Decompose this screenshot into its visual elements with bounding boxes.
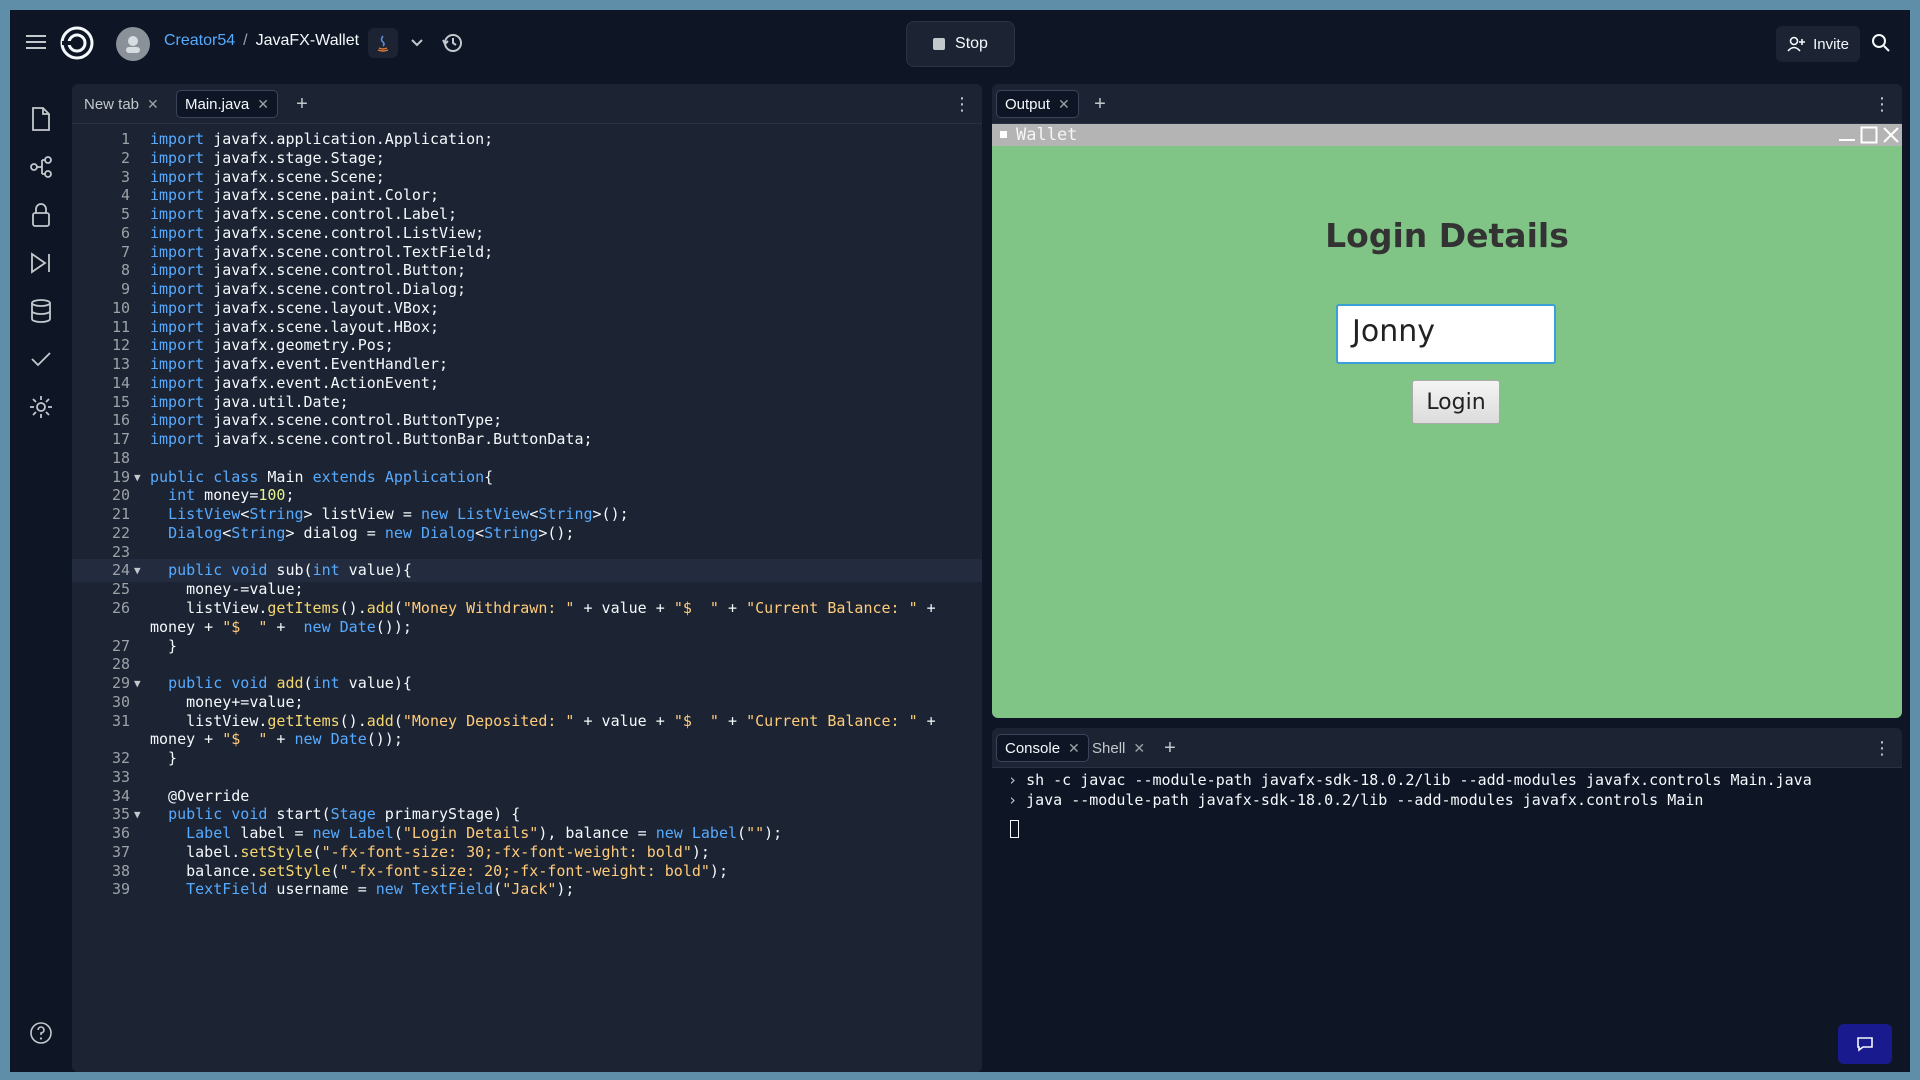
stop-label: Stop [955,35,988,52]
maximize-icon[interactable] [1860,126,1878,144]
settings-icon[interactable] [26,392,56,422]
more-options-icon[interactable]: ⋮ [952,94,972,114]
window-title: Wallet [1016,125,1078,145]
tab-label: Main.java [185,95,250,113]
wallet-window: Wallet Login Details Jonny Login [992,124,1902,718]
check-icon[interactable] [26,344,56,374]
git-icon[interactable] [26,152,56,182]
console-output[interactable]: › sh -c javac --module-path javafx-sdk-1… [992,768,1902,1072]
tab-main-java[interactable]: Main.java ✕ [176,90,278,118]
java-language-icon[interactable] [368,28,398,58]
avatar[interactable] [116,27,150,61]
tab-console[interactable]: Console ✕ [996,734,1089,762]
top-bar: Creator54 / JavaFX-Wallet Stop Invite [10,10,1910,76]
stop-icon [933,38,946,50]
add-tab-icon[interactable]: + [1088,92,1112,116]
tool-rail [10,76,72,1072]
database-icon[interactable] [26,296,56,326]
tab-new-tab[interactable]: New tab ✕ [76,90,167,118]
history-icon[interactable] [438,28,468,58]
add-tab-icon[interactable]: + [1158,736,1182,760]
code-editor[interactable]: 1 import javafx.application.Application; 2… [72,128,982,1072]
editor-pane: New tab ✕ Main.java ✕ + ⋮ 1 import javafx… [72,84,982,1072]
console-command: sh -c javac --module-path javafx-sdk-18.… [1026,771,1812,789]
close-icon[interactable]: ✕ [147,96,159,113]
chevron-down-icon[interactable] [405,32,429,54]
code-text: TextField username = new TextField("Jack… [186,880,575,899]
repl-name[interactable]: JavaFX-Wallet [256,32,359,50]
close-icon[interactable] [1882,126,1900,144]
editor-tab-bar: New tab ✕ Main.java ✕ + ⋮ [72,84,982,124]
tab-label: Output [1005,95,1051,113]
close-icon[interactable]: ✕ [1133,740,1145,757]
more-options-icon[interactable]: ⋮ [1872,94,1892,114]
line-number: 39 [111,880,130,899]
console-line: › sh -c javac --module-path javafx-sdk-1… [1008,770,1812,790]
add-tab-icon[interactable]: + [290,92,314,116]
hamburger-menu-icon[interactable] [22,30,50,54]
console-pane: Console ✕ Shell ✕ + ⋮ › sh -c javac --mo… [992,728,1902,1072]
terminal-cursor [1010,820,1019,838]
code-line[interactable]: 39 TextField username = new TextField("J… [72,878,982,901]
invite-label: Invite [1813,35,1849,53]
replit-logo-icon[interactable] [58,24,96,62]
prompt-icon: › [1008,771,1027,789]
lock-icon[interactable] [26,200,56,230]
prompt-icon: › [1008,791,1027,809]
search-icon[interactable] [1866,28,1896,58]
close-icon[interactable]: ✕ [1058,96,1070,113]
username-field[interactable]: Jonny [1336,304,1556,364]
login-heading: Login Details [1325,216,1569,255]
add-user-icon [1787,36,1806,52]
login-button[interactable]: Login [1412,380,1500,424]
close-icon[interactable]: ✕ [1068,740,1080,757]
window-menu-icon[interactable] [1000,131,1007,138]
more-options-icon[interactable]: ⋮ [1872,738,1892,758]
stop-button[interactable]: Stop [906,21,1015,67]
console-tab-bar: Console ✕ Shell ✕ + ⋮ [992,728,1902,768]
invite-button[interactable]: Invite [1776,26,1860,62]
chat-button[interactable] [1838,1024,1892,1064]
output-tab-bar: Output ✕ + ⋮ [992,84,1902,124]
chat-icon [1857,1037,1873,1052]
run-icon[interactable] [26,248,56,278]
tab-shell[interactable]: Shell ✕ [1084,734,1153,762]
tab-label: Console [1005,739,1061,757]
replit-workspace: Creator54 / JavaFX-Wallet Stop Invite Ne… [10,10,1910,1072]
wallet-title-bar[interactable]: Wallet [992,124,1902,146]
close-icon[interactable]: ✕ [257,96,269,113]
breadcrumb-separator: / [243,32,248,49]
breadcrumb: Creator54 / JavaFX-Wallet [164,32,359,50]
output-pane: Output ✕ + ⋮ Wallet Login Details Jonny … [992,84,1902,718]
tab-label: New tab [84,95,140,113]
tab-label: Shell [1092,739,1126,757]
console-command: java --module-path javafx-sdk-18.0.2/lib… [1026,791,1704,809]
files-icon[interactable] [26,104,56,134]
console-line: › java --module-path javafx-sdk-18.0.2/l… [1008,790,1703,810]
tab-output[interactable]: Output ✕ [996,90,1079,118]
help-icon[interactable] [26,1018,56,1048]
minimize-icon[interactable] [1838,126,1856,144]
owner-link[interactable]: Creator54 [164,32,235,50]
